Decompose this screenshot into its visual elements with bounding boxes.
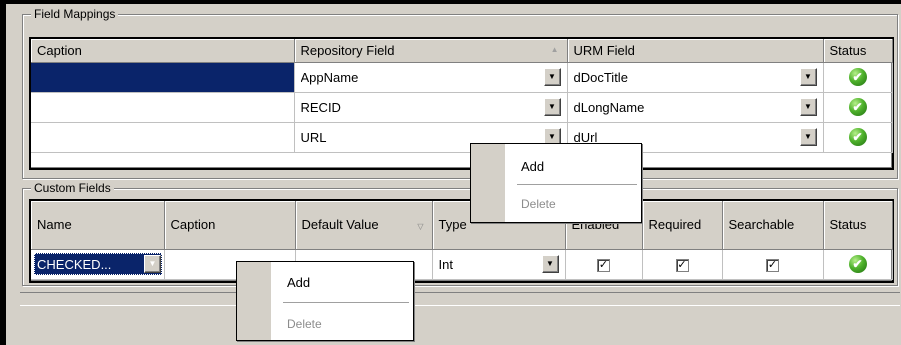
column-header-default-value[interactable]: Default Value ▽ xyxy=(295,201,433,250)
context-menu: Add Delete xyxy=(236,261,414,341)
context-menu-separator xyxy=(517,184,637,186)
status-cell: ✔ xyxy=(823,122,893,153)
column-header-repository-field[interactable]: Repository Field ▲ xyxy=(294,39,568,63)
dropdown-arrow-icon[interactable]: ▼ xyxy=(541,255,559,273)
repository-field-combo[interactable]: RECID ▼ xyxy=(294,92,568,123)
column-header-status[interactable]: Status xyxy=(823,201,893,250)
repository-field-value: URL xyxy=(300,129,327,145)
column-header-urm-field[interactable]: URM Field xyxy=(567,39,824,63)
searchable-cell: ✓ xyxy=(722,249,824,280)
custom-fields-title: Custom Fields xyxy=(31,181,114,195)
context-menu-gutter xyxy=(471,144,505,222)
context-menu-gutter xyxy=(237,262,271,340)
window-border-top xyxy=(0,0,901,4)
dropdown-arrow-icon[interactable]: ▼ xyxy=(543,98,561,116)
table-row[interactable]: CHECKED... ▼ Int ▼ ✓ ✓ ✓ ✔ xyxy=(31,249,893,280)
check-circle-icon: ✔ xyxy=(848,128,867,146)
custom-fields-grid: Name Caption Default Value ▽ Type Enable… xyxy=(29,199,894,283)
column-header-repository-field-label: Repository Field xyxy=(300,42,395,58)
context-menu-add[interactable]: Add xyxy=(287,275,310,290)
check-circle-icon: ✔ xyxy=(848,68,867,86)
context-menu-delete[interactable]: Delete xyxy=(287,317,322,331)
name-select[interactable]: CHECKED... ▼ xyxy=(34,253,162,275)
repository-field-combo[interactable]: AppName ▼ xyxy=(294,62,568,93)
custom-fields-table: Name Caption Default Value ▽ Type Enable… xyxy=(31,201,893,280)
context-menu-delete[interactable]: Delete xyxy=(521,197,556,211)
enabled-cell: ✓ xyxy=(565,249,643,280)
sort-descending-icon: ▽ xyxy=(417,222,424,231)
repository-field-value: AppName xyxy=(300,69,359,85)
caption-cell[interactable] xyxy=(31,62,295,93)
column-header-status[interactable]: Status xyxy=(823,39,893,63)
column-header-required[interactable]: Required xyxy=(642,201,723,250)
column-header-caption[interactable]: Caption xyxy=(31,39,295,63)
type-combo[interactable]: Int ▼ xyxy=(432,249,566,280)
bottom-separator xyxy=(20,292,900,306)
field-mappings-table: Caption Repository Field ▲ URM Field Sta… xyxy=(31,39,893,153)
window-border-left xyxy=(0,0,6,345)
dropdown-arrow-icon[interactable]: ▼ xyxy=(799,128,817,146)
custom-fields-header-row: Name Caption Default Value ▽ Type Enable… xyxy=(31,201,893,250)
field-mappings-header-row: Caption Repository Field ▲ URM Field Sta… xyxy=(31,39,893,63)
required-checkbox[interactable]: ✓ xyxy=(675,258,689,272)
table-row[interactable]: AppName ▼ dDocTitle ▼ ✔ xyxy=(31,62,893,93)
context-menu-add[interactable]: Add xyxy=(521,159,544,174)
dropdown-arrow-icon[interactable]: ▼ xyxy=(799,68,817,86)
name-value: CHECKED... xyxy=(37,256,112,272)
context-menu-separator xyxy=(283,302,409,304)
table-row[interactable]: RECID ▼ dLongName ▼ ✔ xyxy=(31,92,893,123)
status-cell: ✔ xyxy=(823,62,893,93)
urm-field-value: dLongName xyxy=(573,99,645,115)
searchable-checkbox[interactable]: ✓ xyxy=(766,258,779,272)
repository-field-value: RECID xyxy=(300,99,341,115)
column-header-default-value-label: Default Value xyxy=(301,217,379,233)
column-header-caption[interactable]: Caption xyxy=(164,201,296,250)
urm-field-combo[interactable]: dLongName ▼ xyxy=(567,92,824,123)
caption-cell[interactable] xyxy=(31,122,295,153)
urm-field-combo[interactable]: dDocTitle ▼ xyxy=(567,62,824,93)
dropdown-arrow-icon[interactable]: ▼ xyxy=(799,98,817,116)
dropdown-arrow-icon[interactable]: ▼ xyxy=(543,68,561,86)
field-mappings-grid: Caption Repository Field ▲ URM Field Sta… xyxy=(29,37,894,170)
status-cell: ✔ xyxy=(823,249,893,280)
column-header-name[interactable]: Name xyxy=(31,201,165,250)
required-cell: ✓ xyxy=(642,249,723,280)
name-cell[interactable]: CHECKED... ▼ xyxy=(31,249,165,280)
status-cell: ✔ xyxy=(823,92,893,123)
urm-field-value: dDocTitle xyxy=(573,69,628,85)
table-row[interactable]: URL ▼ dUrl ▼ ✔ xyxy=(31,122,893,153)
caption-cell[interactable] xyxy=(31,92,295,123)
dropdown-arrow-icon[interactable]: ▼ xyxy=(144,255,161,273)
check-circle-icon: ✔ xyxy=(848,255,867,273)
type-value: Int xyxy=(438,256,453,272)
field-mappings-title: Field Mappings xyxy=(31,7,119,21)
context-menu: Add Delete xyxy=(470,143,642,223)
check-circle-icon: ✔ xyxy=(848,98,867,116)
column-header-searchable[interactable]: Searchable xyxy=(722,201,824,250)
enabled-checkbox[interactable]: ✓ xyxy=(597,258,610,272)
sort-ascending-icon: ▲ xyxy=(550,45,559,54)
